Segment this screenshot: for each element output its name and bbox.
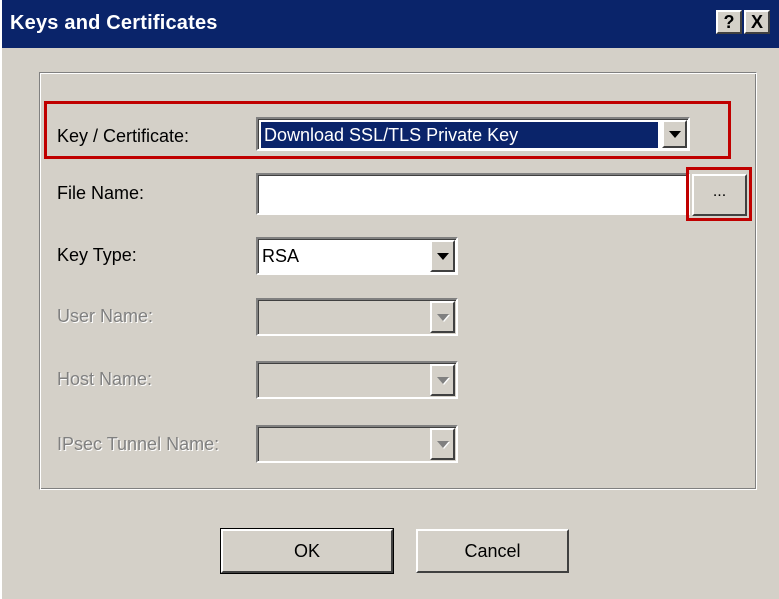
host-name-label: Host Name:	[57, 369, 153, 389]
key-certificate-label: Key / Certificate:	[57, 126, 190, 146]
key-type-value: RSA	[262, 246, 300, 266]
ipsec-tunnel-name-label: IPsec Tunnel Name:	[57, 434, 220, 454]
dialog-window: Keys and Certificates ? X Key / Certific…	[0, 0, 779, 599]
close-button[interactable]: X	[744, 10, 770, 34]
key-type-label: Key Type:	[57, 245, 137, 265]
user-name-dropdown-button	[430, 301, 455, 333]
host-name-dropdown-button	[430, 364, 455, 396]
close-icon: X	[750, 11, 763, 32]
chevron-down-icon	[436, 377, 449, 384]
key-certificate-value: Download SSL/TLS Private Key	[261, 122, 658, 148]
chevron-down-icon	[436, 253, 449, 260]
file-name-label: File Name:	[57, 183, 145, 203]
user-name-combobox	[256, 298, 458, 336]
cancel-button[interactable]: Cancel	[416, 529, 569, 573]
chevron-down-icon	[668, 131, 681, 138]
user-name-label: User Name:	[57, 306, 154, 326]
key-certificate-combobox[interactable]: Download SSL/TLS Private Key	[256, 117, 690, 151]
dialog-title: Keys and Certificates	[10, 12, 218, 34]
file-name-input[interactable]	[256, 173, 690, 215]
title-bar[interactable]: Keys and Certificates ? X	[2, 0, 779, 48]
chevron-down-icon	[436, 441, 449, 448]
key-type-dropdown-button[interactable]	[430, 240, 455, 272]
help-icon: ?	[723, 11, 735, 32]
host-name-combobox	[256, 361, 458, 399]
browse-button[interactable]: ...	[692, 174, 747, 216]
key-certificate-dropdown-button[interactable]	[662, 120, 687, 148]
chevron-down-icon	[436, 314, 449, 321]
ok-button[interactable]: OK	[220, 528, 394, 574]
key-type-combobox[interactable]: RSA	[256, 237, 458, 275]
ok-button-label: OK	[293, 540, 320, 561]
ipsec-tunnel-name-combobox	[256, 425, 458, 463]
cancel-button-label: Cancel	[464, 540, 521, 561]
help-button[interactable]: ?	[716, 10, 742, 34]
ipsec-tunnel-name-dropdown-button	[430, 428, 455, 460]
